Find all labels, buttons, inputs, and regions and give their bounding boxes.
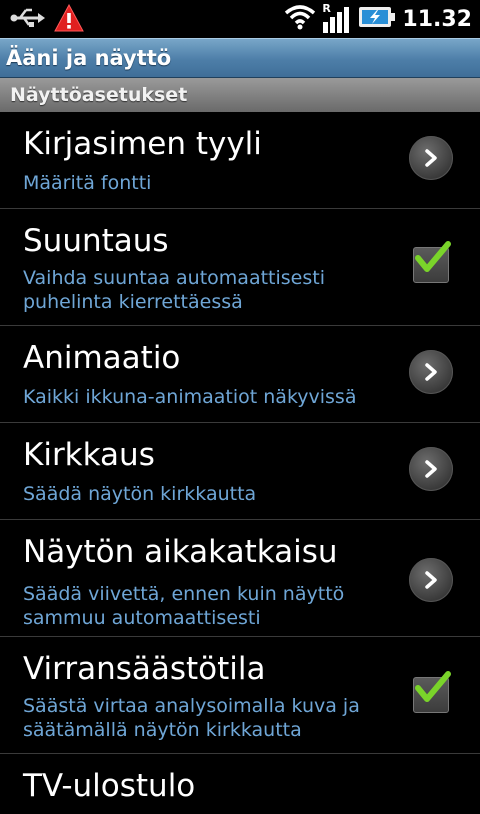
setting-font-style[interactable]: Kirjasimen tyyli Määritä fontti xyxy=(0,112,480,209)
setting-subtitle: Säädä näytön kirkkautta xyxy=(23,483,257,505)
setting-title: Kirjasimen tyyli xyxy=(23,126,262,162)
orientation-checkbox[interactable] xyxy=(413,241,451,283)
setting-brightness[interactable]: Kirkkaus Säädä näytön kirkkautta xyxy=(0,423,480,520)
page-title: Ääni ja näyttö xyxy=(6,46,172,70)
title-bar: Ääni ja näyttö xyxy=(0,38,480,78)
setting-orientation[interactable]: Suuntaus Vaihda suuntaa automaattisesti … xyxy=(0,209,480,326)
signal-icon: R xyxy=(322,2,352,34)
setting-title: Animaatio xyxy=(23,340,181,376)
setting-screen-timeout[interactable]: Näytön aikakatkaisu Säädä viivettä, enne… xyxy=(0,520,480,637)
battery-charging-icon xyxy=(358,5,396,33)
usb-icon xyxy=(10,6,46,34)
setting-subtitle: Vaihda suuntaa automaattisesti puhelinta… xyxy=(23,267,325,313)
setting-subtitle: Säästä virtaa analysoimalla kuva ja säät… xyxy=(23,695,360,741)
setting-subtitle: Määritä fontti xyxy=(23,172,152,194)
setting-animation[interactable]: Animaatio Kaikki ikkuna-animaatiot näkyv… xyxy=(0,326,480,423)
wifi-icon xyxy=(284,3,316,35)
setting-title: Kirkkaus xyxy=(23,437,155,473)
setting-subtitle: Säädä viivettä, ennen kuin näyttö sammuu… xyxy=(23,583,345,629)
warning-icon xyxy=(54,3,84,36)
setting-title: Suuntaus xyxy=(23,223,169,259)
setting-title: Virransäästötila xyxy=(23,651,266,687)
section-title: Näyttöasetukset xyxy=(10,84,188,106)
checkmark-icon xyxy=(415,671,451,702)
status-clock: 11.32 xyxy=(402,6,472,32)
chevron-right-icon[interactable] xyxy=(409,136,453,180)
setting-power-saving[interactable]: Virransäästötila Säästä virtaa analysoim… xyxy=(0,637,480,754)
settings-list: Kirjasimen tyyli Määritä fontti Suuntaus… xyxy=(0,112,480,814)
checkmark-icon xyxy=(415,241,451,272)
chevron-right-icon[interactable] xyxy=(409,447,453,491)
setting-title: TV-ulostulo xyxy=(23,768,196,804)
setting-subtitle: Kaikki ikkuna-animaatiot näkyvissä xyxy=(23,386,357,408)
setting-title: Näytön aikakatkaisu xyxy=(23,534,338,570)
chevron-right-icon[interactable] xyxy=(409,350,453,394)
power-saving-checkbox[interactable] xyxy=(413,671,451,713)
setting-tv-out[interactable]: TV-ulostulo xyxy=(0,754,480,814)
chevron-right-icon[interactable] xyxy=(409,558,453,602)
section-header: Näyttöasetukset xyxy=(0,78,480,112)
status-bar: R 11.32 xyxy=(0,0,480,38)
